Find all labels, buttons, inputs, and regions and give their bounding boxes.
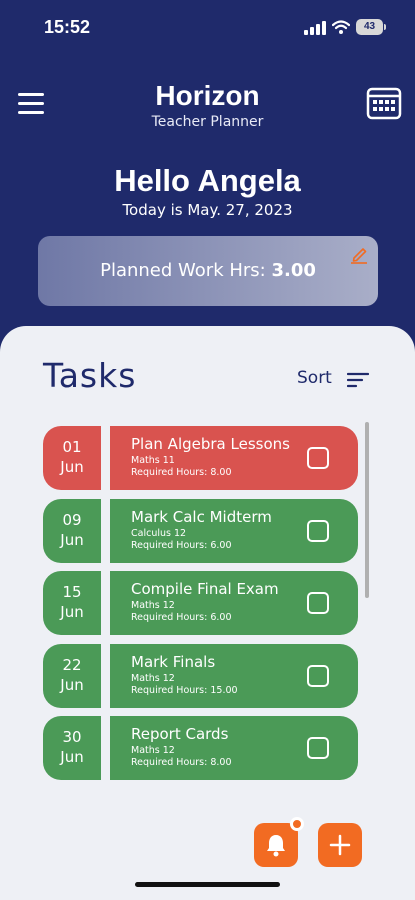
task-day: 01 [62, 438, 82, 456]
status-bar: 15:52 43 [0, 0, 415, 54]
task-card[interactable]: Compile Final Exam Maths 12 Required Hou… [110, 571, 358, 635]
task-list[interactable]: 01 Jun Plan Algebra Lessons Maths 11 Req… [0, 426, 415, 796]
status-time: 15:52 [44, 17, 91, 37]
battery-icon: 43 [356, 19, 386, 35]
task-course: Calculus 12 [131, 528, 187, 539]
task-name: Compile Final Exam [131, 580, 279, 598]
wifi-icon [332, 20, 350, 34]
sort-button[interactable]: Sort [297, 368, 373, 392]
greeting: Hello Angela [114, 163, 301, 198]
task-row[interactable]: 09 Jun Mark Calc Midterm Calculus 12 Req… [43, 499, 358, 563]
add-task-button[interactable] [318, 823, 362, 867]
task-month: Jun [60, 603, 84, 621]
task-day: 22 [62, 656, 82, 674]
task-date: 15 Jun [43, 571, 101, 635]
task-row[interactable]: 30 Jun Report Cards Maths 12 Required Ho… [43, 716, 358, 780]
sort-icon [347, 372, 369, 388]
task-card[interactable]: Report Cards Maths 12 Required Hours: 8.… [110, 716, 358, 780]
app-subtitle: Teacher Planner [151, 114, 264, 130]
notifications-button[interactable] [254, 823, 298, 867]
sort-label: Sort [297, 368, 332, 388]
home-indicator[interactable] [135, 882, 280, 887]
task-card[interactable]: Mark Finals Maths 12 Required Hours: 15.… [110, 644, 358, 708]
task-name: Report Cards [131, 725, 229, 743]
notification-dot [290, 817, 304, 831]
task-hours: Required Hours: 8.00 [131, 467, 232, 478]
task-day: 30 [62, 728, 82, 746]
task-day: 09 [62, 511, 82, 529]
task-hours: Required Hours: 15.00 [131, 685, 238, 696]
planned-work-card: Planned Work Hrs: 3.00 [38, 236, 378, 306]
planned-work-value: 3.00 [271, 260, 316, 281]
task-name: Plan Algebra Lessons [131, 435, 290, 453]
task-row[interactable]: 01 Jun Plan Algebra Lessons Maths 11 Req… [43, 426, 358, 490]
today-date: Today is May. 27, 2023 [122, 201, 293, 219]
task-course: Maths 12 [131, 600, 175, 611]
task-hours: Required Hours: 6.00 [131, 612, 232, 623]
task-card[interactable]: Mark Calc Midterm Calculus 12 Required H… [110, 499, 358, 563]
task-date: 30 Jun [43, 716, 101, 780]
task-checkbox[interactable] [307, 520, 329, 542]
task-day: 15 [62, 583, 82, 601]
task-checkbox[interactable] [307, 665, 329, 687]
task-month: Jun [60, 458, 84, 476]
task-date: 01 Jun [43, 426, 101, 490]
task-row[interactable]: 22 Jun Mark Finals Maths 12 Required Hou… [43, 644, 358, 708]
edit-icon[interactable] [350, 246, 368, 264]
task-hours: Required Hours: 8.00 [131, 757, 232, 768]
task-checkbox[interactable] [307, 447, 329, 469]
tasks-panel: Tasks Sort 01 Jun Plan Algebra Lessons M… [0, 326, 415, 900]
task-date: 22 Jun [43, 644, 101, 708]
task-card[interactable]: Plan Algebra Lessons Maths 11 Required H… [110, 426, 358, 490]
task-month: Jun [60, 748, 84, 766]
task-checkbox[interactable] [307, 737, 329, 759]
scrollbar[interactable] [365, 422, 369, 598]
task-course: Maths 12 [131, 745, 175, 756]
planned-work-text: Planned Work Hrs: 3.00 [38, 260, 378, 281]
bell-icon [267, 835, 285, 857]
planned-work-label: Planned Work Hrs: [100, 260, 266, 281]
task-hours: Required Hours: 6.00 [131, 540, 232, 551]
battery-level: 43 [356, 19, 383, 35]
task-course: Maths 11 [131, 455, 175, 466]
signal-icon [304, 21, 326, 35]
task-name: Mark Finals [131, 653, 216, 671]
app-title: Horizon [155, 80, 260, 111]
task-course: Maths 12 [131, 673, 175, 684]
task-row[interactable]: 15 Jun Compile Final Exam Maths 12 Requi… [43, 571, 358, 635]
add-icon [329, 834, 351, 856]
task-date: 09 Jun [43, 499, 101, 563]
task-month: Jun [60, 531, 84, 549]
task-name: Mark Calc Midterm [131, 508, 272, 526]
task-month: Jun [60, 676, 84, 694]
header: 15:52 43 Horizon Teacher Planner Hello A… [0, 0, 415, 340]
task-checkbox[interactable] [307, 592, 329, 614]
tasks-title: Tasks [43, 356, 137, 395]
